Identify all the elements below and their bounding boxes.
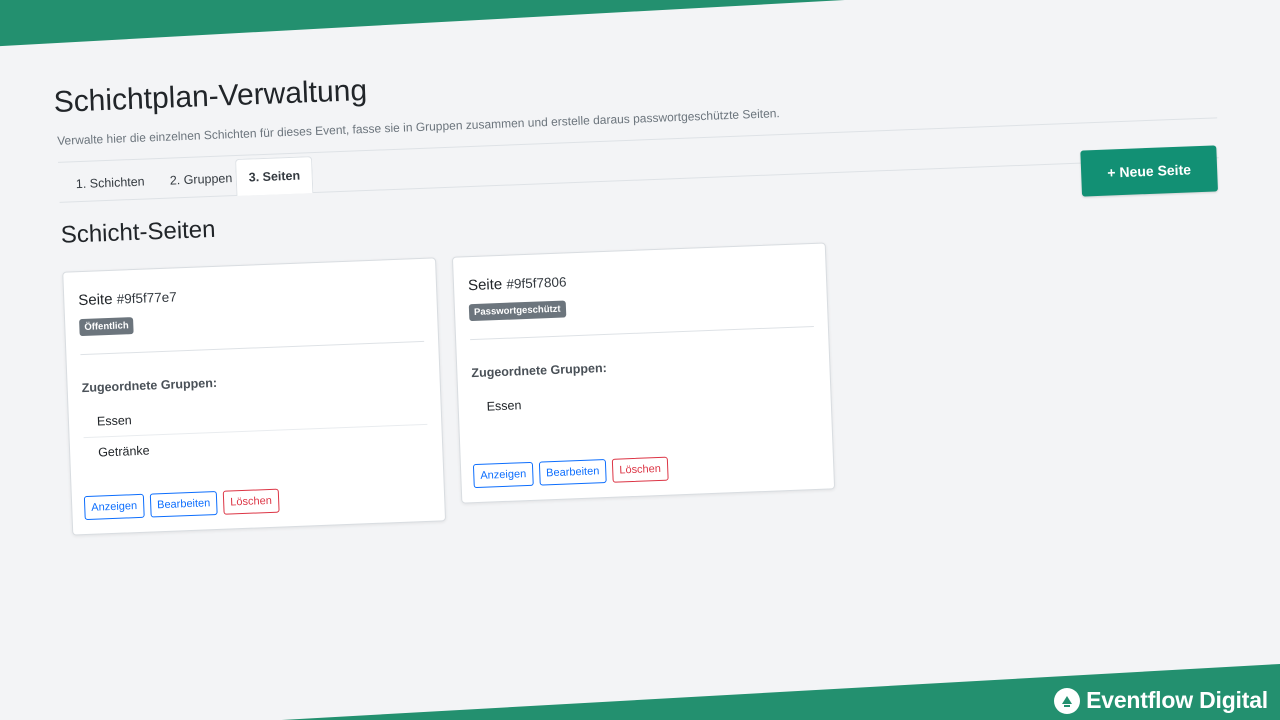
groups-list: Essen	[472, 379, 817, 422]
groups-list: Essen Getränke	[82, 393, 428, 468]
groups-label: Zugeordnete Gruppen:	[81, 375, 218, 396]
eventflow-logo-icon	[1054, 687, 1081, 714]
card-divider	[470, 325, 814, 341]
card-actions: Anzeigen Bearbeiten Löschen	[472, 456, 669, 489]
view-button[interactable]: Anzeigen	[83, 493, 145, 521]
edit-button[interactable]: Bearbeiten	[149, 490, 218, 518]
edit-button[interactable]: Bearbeiten	[538, 459, 607, 486]
delete-button[interactable]: Löschen	[222, 488, 280, 515]
page-card: Seite #9f5f77e7 Öffentlich Zugeordnete G…	[62, 257, 447, 536]
page-title: Schichtplan-Verwaltung	[53, 73, 368, 119]
section-title: Schicht-Seiten	[60, 215, 216, 249]
page-content: Schichtplan-Verwaltung Verwalte hier die…	[52, 13, 1239, 536]
new-page-button[interactable]: + Neue Seite	[1080, 145, 1218, 197]
card-divider	[80, 340, 425, 356]
brand-name: Eventflow Digital	[1086, 687, 1268, 713]
view-button[interactable]: Anzeigen	[472, 461, 534, 489]
status-badge: Passwortgeschützt	[468, 300, 566, 322]
tab-gruppen[interactable]: 2. Gruppen	[156, 159, 246, 198]
card-title-prefix: Seite	[467, 275, 503, 295]
page-card: Seite #9f5f7806 Passwortgeschützt Zugeor…	[451, 242, 836, 504]
tab-seiten[interactable]: 3. Seiten	[235, 156, 314, 197]
group-item: Essen	[486, 398, 522, 414]
delete-button[interactable]: Löschen	[611, 456, 669, 483]
card-hash: #9f5f7806	[506, 274, 567, 292]
card-hash: #9f5f77e7	[116, 289, 177, 307]
card-title-prefix: Seite	[78, 290, 113, 310]
tab-schichten[interactable]: 1. Schichten	[62, 162, 158, 202]
card-title: Seite #9f5f7806	[468, 264, 812, 294]
card-title: Seite #9f5f77e7	[78, 279, 422, 309]
status-badge: Öffentlich	[79, 317, 135, 337]
brand-logo: Eventflow Digital	[1054, 687, 1268, 714]
groups-label: Zugeordnete Gruppen:	[471, 360, 607, 381]
card-actions: Anzeigen Bearbeiten Löschen	[83, 488, 280, 521]
